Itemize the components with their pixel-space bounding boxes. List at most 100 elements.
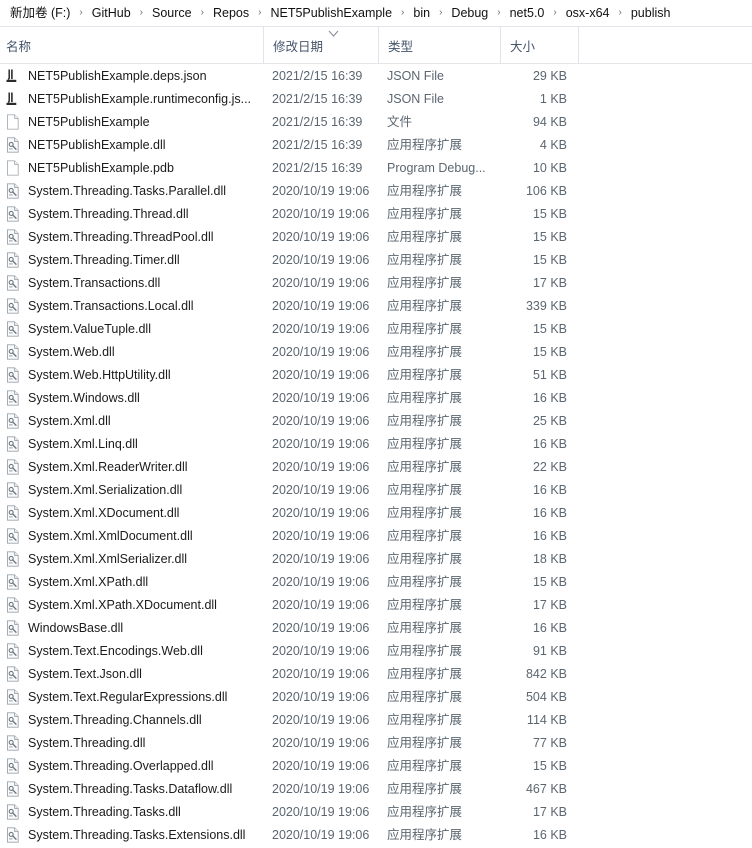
file-row[interactable]: NET5PublishExample.dll 2021/2/15 16:39 应用程… [0, 133, 752, 156]
file-list[interactable]: NET5PublishExample.deps.json 2021/2/15 16… [0, 64, 752, 848]
file-name-cell[interactable]: NET5PublishExample.runtimeconfig.js... [0, 91, 263, 107]
column-header-name[interactable]: 名称 [0, 27, 263, 64]
file-name-label: System.Web.dll [28, 344, 115, 359]
column-header-size[interactable]: 大小 [500, 27, 578, 64]
file-name-cell[interactable]: NET5PublishExample.dll [0, 136, 263, 153]
file-name-label: System.Transactions.dll [28, 275, 161, 290]
file-name-cell[interactable]: System.Threading.Tasks.Parallel.dll [0, 182, 263, 199]
file-name-cell[interactable]: System.Transactions.Local.dll [0, 297, 263, 314]
file-row[interactable]: System.Xml.Linq.dll 2020/10/19 19:06 应用程序扩… [0, 432, 752, 455]
file-row[interactable]: System.Threading.Tasks.Parallel.dll 2020/… [0, 179, 752, 202]
column-header-type[interactable]: 类型 [378, 27, 500, 64]
file-date-modified: 2020/10/19 19:06 [272, 183, 370, 198]
file-row[interactable]: System.Threading.Thread.dll 2020/10/19 19… [0, 202, 752, 225]
file-name-cell[interactable]: System.Xml.XPath.dll [0, 573, 263, 590]
breadcrumb[interactable]: 新加卷 (F:) › GitHub › Source › Repos › NET5Publish… [0, 0, 752, 27]
file-name-label: System.Threading.Tasks.Dataflow.dll [28, 781, 233, 796]
file-type: 应用程序扩展 [387, 137, 463, 152]
file-row[interactable]: NET5PublishExample.deps.json 2021/2/15 16… [0, 64, 752, 87]
file-name-label: System.Windows.dll [28, 390, 140, 405]
file-row[interactable]: System.Threading.Tasks.Extensions.dll 202… [0, 823, 752, 846]
breadcrumb-item[interactable]: GitHub [88, 3, 135, 23]
breadcrumb-item[interactable]: bin [409, 3, 434, 23]
file-name-cell[interactable]: System.Xml.dll [0, 412, 263, 429]
file-name-cell[interactable]: System.Xml.XmlDocument.dll [0, 527, 263, 544]
file-name-cell[interactable]: System.Threading.Timer.dll [0, 251, 263, 268]
file-name-cell[interactable]: System.Threading.dll [0, 734, 263, 751]
breadcrumb-item[interactable]: NET5PublishExample [266, 3, 396, 23]
file-name-cell[interactable]: System.Transactions.dll [0, 274, 263, 291]
file-name-label: System.Text.Json.dll [28, 666, 142, 681]
file-row[interactable]: System.Transactions.Local.dll 2020/10/19 … [0, 294, 752, 317]
file-row[interactable]: System.Text.Encodings.Web.dll 2020/10/19 … [0, 639, 752, 662]
file-size: 10 KB [532, 160, 567, 175]
breadcrumb-item[interactable]: osx-x64 [562, 3, 614, 23]
breadcrumb-item[interactable]: 新加卷 (F:) [6, 3, 74, 23]
breadcrumb-item[interactable]: Source [148, 3, 196, 23]
file-date-modified: 2020/10/19 19:06 [272, 459, 370, 474]
file-row[interactable]: WindowsBase.dll 2020/10/19 19:06 应用程序扩展 16 … [0, 616, 752, 639]
file-row[interactable]: System.Threading.Overlapped.dll 2020/10/1… [0, 754, 752, 777]
file-name-cell[interactable]: System.Web.dll [0, 343, 263, 360]
file-name-cell[interactable]: System.Xml.Linq.dll [0, 435, 263, 452]
file-size: 25 KB [532, 413, 567, 428]
file-name-cell[interactable]: System.Threading.Tasks.Dataflow.dll [0, 780, 263, 797]
dll-file-icon [5, 458, 21, 475]
file-name-cell[interactable]: System.Threading.ThreadPool.dll [0, 228, 263, 245]
file-name-cell[interactable]: NET5PublishExample [0, 113, 263, 130]
file-row[interactable]: System.Threading.Timer.dll 2020/10/19 19:… [0, 248, 752, 271]
file-row[interactable]: System.Xml.XPath.dll 2020/10/19 19:06 应用程序… [0, 570, 752, 593]
file-row[interactable]: System.Xml.XPath.XDocument.dll 2020/10/19… [0, 593, 752, 616]
file-row[interactable]: System.Transactions.dll 2020/10/19 19:06 应… [0, 271, 752, 294]
file-type: 应用程序扩展 [387, 321, 463, 336]
file-row[interactable]: NET5PublishExample 2021/2/15 16:39 文件 94 KB [0, 110, 752, 133]
file-name-cell[interactable]: System.Xml.XmlSerializer.dll [0, 550, 263, 567]
file-name-cell[interactable]: System.Threading.Channels.dll [0, 711, 263, 728]
column-header-date-modified[interactable]: 修改日期 [263, 27, 378, 64]
file-date-modified: 2020/10/19 19:06 [272, 551, 370, 566]
file-name-cell[interactable]: System.Xml.XPath.XDocument.dll [0, 596, 263, 613]
file-type: 应用程序扩展 [387, 390, 463, 405]
file-row[interactable]: System.Threading.Tasks.dll 2020/10/19 19:… [0, 800, 752, 823]
file-name-cell[interactable]: System.Threading.Tasks.dll [0, 803, 263, 820]
file-name-cell[interactable]: System.Text.RegularExpressions.dll [0, 688, 263, 705]
file-row[interactable]: System.Xml.XmlSerializer.dll 2020/10/19 1… [0, 547, 752, 570]
file-row[interactable]: NET5PublishExample.runtimeconfig.js... 20… [0, 87, 752, 110]
file-row[interactable]: System.Text.RegularExpressions.dll 2020/1… [0, 685, 752, 708]
breadcrumb-separator-icon: › [401, 7, 405, 18]
file-row[interactable]: System.Threading.ThreadPool.dll 2020/10/1… [0, 225, 752, 248]
file-row[interactable]: System.Text.Json.dll 2020/10/19 19:06 应用程序… [0, 662, 752, 685]
file-row[interactable]: System.Windows.dll 2020/10/19 19:06 应用程序扩展… [0, 386, 752, 409]
file-name-cell[interactable]: System.ValueTuple.dll [0, 320, 263, 337]
breadcrumb-item[interactable]: Repos [209, 3, 253, 23]
file-row[interactable]: System.Xml.XmlDocument.dll 2020/10/19 19:… [0, 524, 752, 547]
file-row[interactable]: System.Threading.Channels.dll 2020/10/19 … [0, 708, 752, 731]
file-name-cell[interactable]: System.Threading.Thread.dll [0, 205, 263, 222]
file-row[interactable]: System.Xml.ReaderWriter.dll 2020/10/19 19… [0, 455, 752, 478]
file-row[interactable]: System.Threading.dll 2020/10/19 19:06 应用程序… [0, 731, 752, 754]
file-name-cell[interactable]: NET5PublishExample.deps.json [0, 68, 263, 84]
breadcrumb-item[interactable]: net5.0 [506, 3, 549, 23]
file-name-label: System.Web.HttpUtility.dll [28, 367, 171, 382]
file-row[interactable]: System.Web.HttpUtility.dll 2020/10/19 19:… [0, 363, 752, 386]
file-name-cell[interactable]: System.Text.Encodings.Web.dll [0, 642, 263, 659]
file-row[interactable]: System.Xml.XDocument.dll 2020/10/19 19:06… [0, 501, 752, 524]
file-name-cell[interactable]: WindowsBase.dll [0, 619, 263, 636]
file-row[interactable]: System.Web.dll 2020/10/19 19:06 应用程序扩展 15 K… [0, 340, 752, 363]
file-name-cell[interactable]: System.Threading.Overlapped.dll [0, 757, 263, 774]
file-row[interactable]: System.Xml.Serialization.dll 2020/10/19 1… [0, 478, 752, 501]
file-name-cell[interactable]: System.Xml.Serialization.dll [0, 481, 263, 498]
file-name-cell[interactable]: NET5PublishExample.pdb [0, 159, 263, 176]
file-name-cell[interactable]: System.Web.HttpUtility.dll [0, 366, 263, 383]
file-row[interactable]: System.ValueTuple.dll 2020/10/19 19:06 应用程… [0, 317, 752, 340]
file-name-cell[interactable]: System.Xml.XDocument.dll [0, 504, 263, 521]
breadcrumb-item[interactable]: Debug [447, 3, 492, 23]
breadcrumb-item[interactable]: publish [627, 3, 675, 23]
file-name-cell[interactable]: System.Text.Json.dll [0, 665, 263, 682]
file-row[interactable]: System.Threading.Tasks.Dataflow.dll 2020/… [0, 777, 752, 800]
file-name-cell[interactable]: System.Threading.Tasks.Extensions.dll [0, 826, 263, 843]
file-row[interactable]: System.Xml.dll 2020/10/19 19:06 应用程序扩展 25 K… [0, 409, 752, 432]
file-name-cell[interactable]: System.Windows.dll [0, 389, 263, 406]
file-name-cell[interactable]: System.Xml.ReaderWriter.dll [0, 458, 263, 475]
file-row[interactable]: NET5PublishExample.pdb 2021/2/15 16:39 Pro… [0, 156, 752, 179]
